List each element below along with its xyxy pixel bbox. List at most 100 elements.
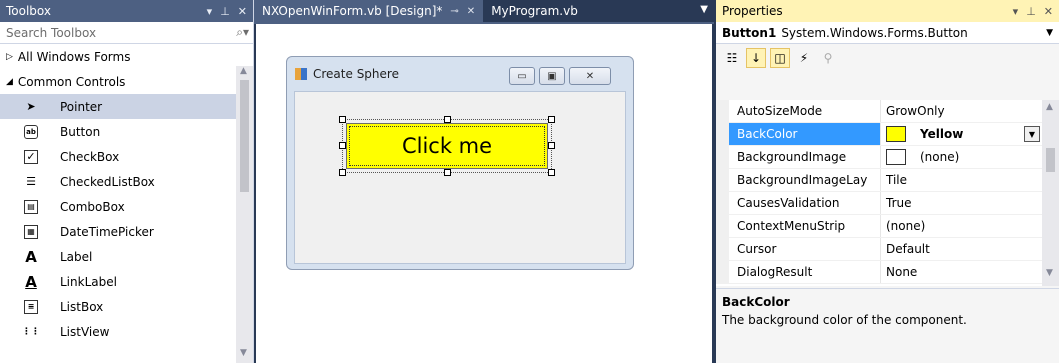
property-row-dialogresult[interactable]: DialogResult None	[716, 261, 1042, 284]
pin-icon[interactable]: ⊥	[220, 5, 230, 18]
toolbox-item-listview[interactable]: ⋮⋮ ListView	[0, 319, 236, 344]
property-row-autosizemode[interactable]: AutoSizeMode GrowOnly	[716, 100, 1042, 123]
toolbox-scrollbar[interactable]: ▲ ▼	[236, 66, 253, 363]
toolbox-item-checkbox[interactable]: ✓ CheckBox	[0, 144, 236, 169]
object-type: System.Windows.Forms.Button	[781, 25, 968, 40]
alphabetical-icon[interactable]: ↓	[746, 48, 766, 68]
toolbox-item-checkedlistbox[interactable]: ☰ CheckedListBox	[0, 169, 236, 194]
toolbox-item-linklabel[interactable]: A LinkLabel	[0, 269, 236, 294]
property-value[interactable]: Default	[881, 238, 1042, 260]
property-row-backcolor[interactable]: BackColor Yellow ▼	[716, 123, 1042, 146]
toolbox-item-button[interactable]: ab Button	[0, 119, 236, 144]
combobox-icon: ▤	[24, 199, 38, 214]
resize-handle-ne[interactable]	[548, 116, 555, 123]
tab-label: NXOpenWinForm.vb [Design]*	[262, 4, 443, 18]
dropdown-icon[interactable]: ▾	[207, 5, 213, 18]
toolbox-item-datetimepicker[interactable]: ▦ DateTimePicker	[0, 219, 236, 244]
maximize-icon[interactable]: ▣	[539, 67, 565, 85]
property-value[interactable]: (none)	[920, 150, 959, 164]
document-tabs: NXOpenWinForm.vb [Design]* ⊸ ✕ MyProgram…	[254, 0, 714, 22]
scroll-up-icon[interactable]: ▲	[240, 66, 247, 76]
search-input[interactable]: Search Toolbox	[6, 26, 96, 40]
resize-handle-s[interactable]	[444, 169, 451, 176]
description-text: The background color of the component.	[722, 313, 967, 327]
property-row-causesvalidation[interactable]: CausesValidation True	[716, 192, 1042, 215]
resize-handle-w[interactable]	[339, 142, 346, 149]
toolbox-item-label: ListView	[60, 324, 110, 339]
category-all-windows-forms[interactable]: ▷ All Windows Forms	[0, 44, 236, 69]
property-name: BackgroundImageLay	[729, 169, 881, 191]
dropdown-icon[interactable]: ▾	[1013, 5, 1019, 18]
description-title: BackColor	[722, 295, 790, 309]
tab-designer[interactable]: NXOpenWinForm.vb [Design]* ⊸ ✕	[254, 0, 484, 22]
checkbox-icon: ✓	[24, 149, 38, 164]
close-icon[interactable]: ✕	[238, 5, 247, 18]
scrollbar-thumb[interactable]	[240, 80, 249, 192]
close-icon[interactable]: ✕	[1044, 5, 1053, 18]
toolbox-item-label: Label	[60, 249, 93, 264]
scroll-down-icon[interactable]: ▼	[1046, 268, 1053, 278]
tab-myprogram[interactable]: MyProgram.vb	[483, 0, 586, 22]
property-grid: AutoSizeMode GrowOnly BackColor Yellow ▼ Ba…	[716, 100, 1042, 286]
color-swatch	[886, 126, 906, 142]
toolbox-item-label[interactable]: A Label	[0, 244, 236, 269]
property-name: DialogResult	[729, 261, 881, 283]
search-icon[interactable]: ⌕▾	[236, 25, 249, 40]
resize-handle-nw[interactable]	[339, 116, 346, 123]
resize-handle-sw[interactable]	[339, 169, 346, 176]
categorized-icon[interactable]: ☷	[722, 48, 742, 68]
resize-handle-n[interactable]	[444, 116, 451, 123]
property-value[interactable]: None	[881, 261, 1042, 283]
events-icon[interactable]: ⚡	[794, 48, 814, 68]
property-name: AutoSizeMode	[729, 100, 881, 122]
chevron-down-icon[interactable]: ▼	[1046, 28, 1053, 38]
chevron-down-icon[interactable]: ▼	[1024, 126, 1040, 142]
toolbox-title-bar: Toolbox ▾ ⊥ ✕	[0, 0, 253, 22]
property-value[interactable]: True	[881, 192, 1042, 214]
toolbox-item-label: DateTimePicker	[60, 224, 154, 239]
category-label: All Windows Forms	[17, 49, 131, 64]
scrollbar-thumb[interactable]	[1046, 148, 1055, 172]
object-name: Button1	[722, 25, 777, 40]
category-common-controls[interactable]: ◢ Common Controls	[0, 69, 236, 94]
minimize-icon[interactable]: ▭	[509, 67, 535, 85]
property-row-cursor[interactable]: Cursor Default	[716, 238, 1042, 261]
resize-handle-se[interactable]	[548, 169, 555, 176]
scroll-up-icon[interactable]: ▲	[1046, 102, 1053, 112]
property-row-backgroundimage[interactable]: BackgroundImage (none)	[716, 146, 1042, 169]
property-name: BackgroundImage	[729, 146, 881, 168]
toolbox-item-pointer[interactable]: ➤ Pointer	[0, 94, 236, 119]
property-pages-icon[interactable]: ⚲	[818, 48, 838, 68]
property-row-backgroundimagelayout[interactable]: BackgroundImageLay Tile	[716, 169, 1042, 192]
properties-title: Properties	[722, 4, 783, 18]
toolbox-item-listbox[interactable]: ≡ ListBox	[0, 294, 236, 319]
toolbox-title: Toolbox	[6, 4, 51, 18]
toolbox-item-combobox[interactable]: ▤ ComboBox	[0, 194, 236, 219]
pin-icon[interactable]: ⊥	[1026, 5, 1036, 18]
toolbox-item-label: LinkLabel	[60, 274, 117, 289]
pin-icon[interactable]: ⊸	[450, 6, 458, 17]
property-value[interactable]: GrowOnly	[881, 100, 1042, 122]
datetimepicker-icon: ▦	[24, 224, 38, 239]
properties-icon[interactable]: ◫	[770, 48, 790, 68]
close-icon[interactable]: ✕	[569, 67, 611, 85]
label-icon: A	[25, 247, 37, 266]
listview-icon: ⋮⋮	[22, 326, 40, 337]
resize-handle-e[interactable]	[548, 142, 555, 149]
category-label: Common Controls	[17, 74, 126, 89]
object-selector[interactable]: Button1 System.Windows.Forms.Button ▼	[716, 22, 1059, 44]
toolbox-item-label: Button	[60, 124, 101, 139]
property-value[interactable]: (none)	[881, 215, 1042, 237]
property-value[interactable]: Tile	[881, 169, 1042, 191]
image-swatch	[886, 149, 906, 165]
toolbox-item-label: CheckBox	[60, 149, 120, 164]
properties-scrollbar[interactable]: ▲ ▼	[1042, 100, 1059, 286]
property-value[interactable]: Yellow	[920, 127, 963, 141]
tab-dropdown-icon[interactable]: ▼	[700, 4, 708, 15]
close-icon[interactable]: ✕	[467, 6, 475, 17]
scroll-down-icon[interactable]: ▼	[240, 348, 247, 358]
toolbox-search[interactable]: Search Toolbox ⌕▾	[0, 22, 253, 44]
property-row-contextmenustrip[interactable]: ContextMenuStrip (none)	[716, 215, 1042, 238]
click-me-button[interactable]: Click me	[346, 123, 548, 169]
property-name: ContextMenuStrip	[729, 215, 881, 237]
